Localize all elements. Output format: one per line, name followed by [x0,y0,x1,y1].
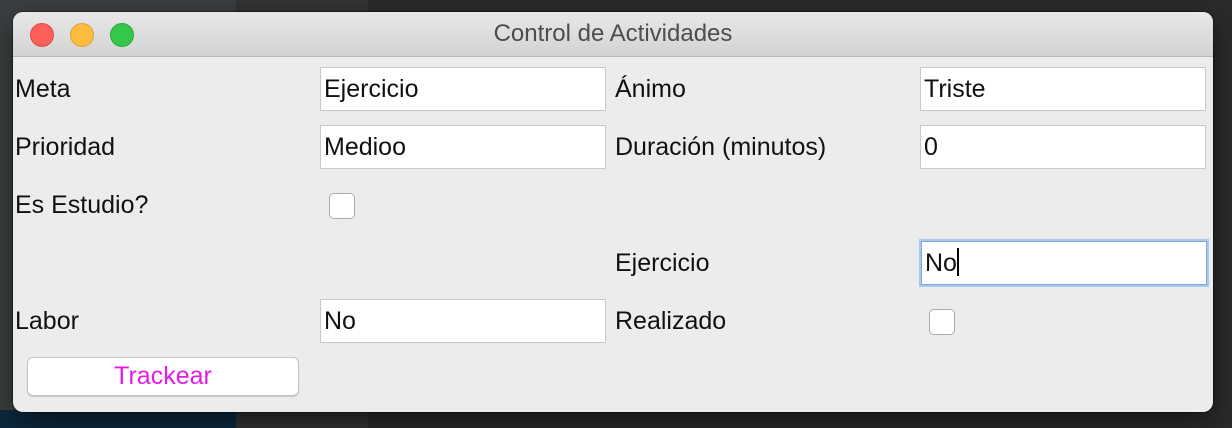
es-estudio-checkbox[interactable] [329,193,355,219]
meta-label: Meta [15,75,71,103]
es-estudio-label: Es Estudio? [15,191,149,219]
ejercicio-label: Ejercicio [615,249,710,277]
animo-label: Ánimo [615,75,686,103]
duracion-input[interactable]: 0 [920,125,1206,169]
desktop-background: Control de Actividades Meta Ejercicio Án… [0,0,1232,428]
realizado-checkbox[interactable] [929,309,955,335]
realizado-label: Realizado [615,307,727,335]
prioridad-label: Prioridad [15,133,116,161]
activity-control-window: Control de Actividades Meta Ejercicio Án… [13,12,1213,412]
ide-left-strip [0,410,236,428]
window-title: Control de Actividades [493,20,733,47]
ejercicio-input-text: No [925,249,957,277]
animo-input[interactable]: Triste [920,67,1206,111]
labor-label: Labor [15,307,79,335]
duracion-label: Duración (minutos) [615,133,827,161]
meta-input[interactable]: Ejercicio [320,67,606,111]
labor-input[interactable]: No [320,299,606,343]
ejercicio-input[interactable]: No [921,241,1207,285]
prioridad-input[interactable]: Medioo [320,125,606,169]
text-caret [956,248,959,276]
trackear-button[interactable]: Trackear [27,357,299,396]
title-bar[interactable]: Control de Actividades [13,12,1213,57]
